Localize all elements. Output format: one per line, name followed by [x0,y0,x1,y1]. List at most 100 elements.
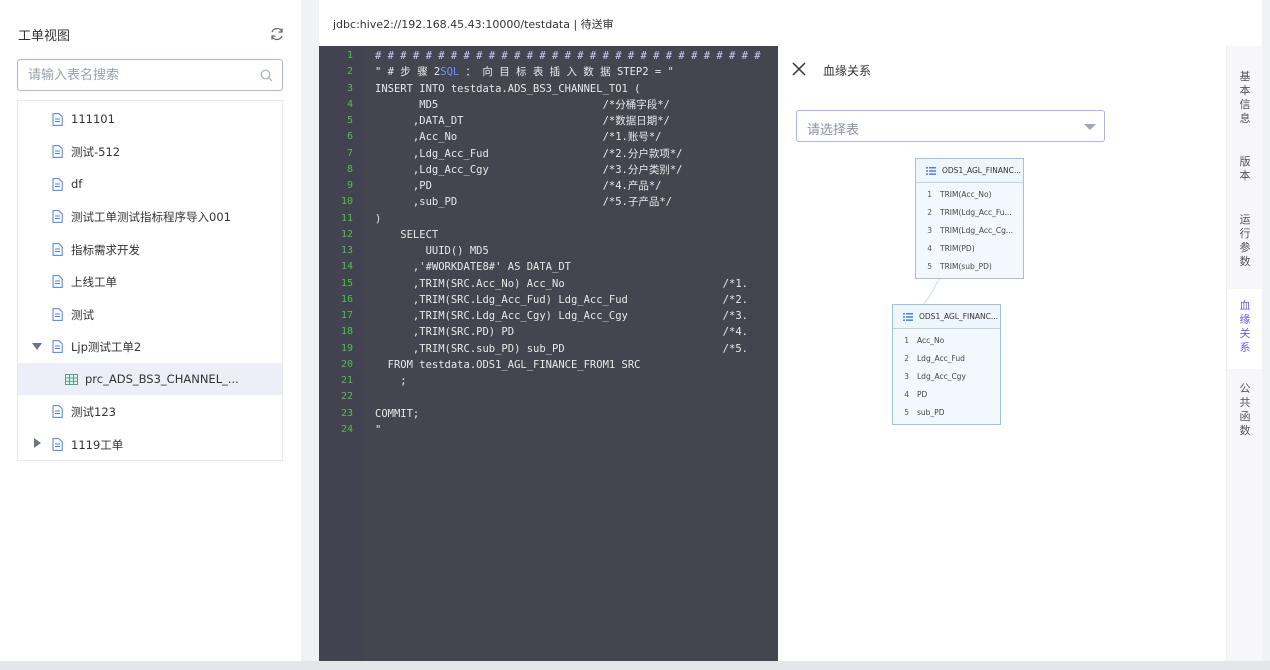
code-text: SELECT [375,228,439,241]
document-icon [52,275,63,288]
line-number: 4 [346,98,353,110]
sidebar-title: 工单视图 [18,29,71,44]
code-line: 8 ,Ldg_Acc_Cgy /*3.分户类别*/ [319,162,778,178]
lineage-node-header: ODS1_AGL_FINANC... [916,159,1023,183]
lineage-field-row: 3 Ldg_Acc_Cgy [893,368,1002,386]
lineage-field-index: 5 [904,408,909,417]
document-icon [52,178,63,191]
tree-item[interactable]: 测试工单测试指标程序导入001 [18,200,282,232]
code-line: 4 MD5 /*分桶字段*/ [319,97,778,113]
lineage-node[interactable]: ODS1_AGL_FINANC... 1 Acc_No 2 Ldg_Acc_Fud 3 Ld… [892,304,1001,425]
lineage-field-row: 2 Ldg_Acc_Fud [893,350,1002,368]
tree-item[interactable]: 测试-512 [18,135,282,167]
right-tab-label: 基本信息 [1239,70,1251,125]
code-text: ) [375,212,382,225]
lineage-field-label: TRIM(Acc_No) [940,190,992,199]
tree-item[interactable]: Ljp测试工单2 [18,330,282,362]
line-number: 19 [340,342,353,354]
right-tab-label: 版本 [1239,155,1251,182]
tree-item-label: 测试 [71,308,94,322]
code-line: 19 ,TRIM(SRC.sub_PD) sub_PD /*5. [319,341,778,357]
tree-item[interactable]: 111101 [18,103,282,135]
code-line: 11) [319,211,778,227]
code-text: ,TRIM(SRC.sub_PD) sub_PD /*5. [375,342,748,355]
lineage-field-label: TRIM(sub_PD) [940,262,992,271]
table-select-placeholder: 请选择表 [807,123,860,138]
document-icon [52,308,63,321]
sql-editor[interactable]: 1 # # # # # # # # # # # # # # # # # # # #… [319,46,778,661]
code-line: 23 COMMIT; [319,406,778,422]
right-tab-label: 公共函数 [1239,382,1251,437]
right-tab-label: 血缘关系 [1239,299,1251,354]
code-text: ,TRIM(SRC.Ldg_Acc_Cgy) Ldg_Acc_Cgy /*3. [375,310,748,322]
lineage-field-index: 3 [927,226,932,235]
tree-item[interactable]: 测试 [18,298,282,330]
tree-item-label: 111101 [71,112,115,126]
lineage-node[interactable]: ODS1_AGL_FINANC... 1 TRIM(Acc_No) 2 TRIM(Ldg… [915,158,1024,279]
right-tab[interactable]: 运行参数 [1227,207,1263,277]
caret-right-icon[interactable] [34,438,41,448]
line-number: 21 [340,375,353,386]
line-number: 6 [346,131,353,143]
lineage-field-row: 4 PD [893,386,1002,404]
code-line: 17 ,TRIM(SRC.Ldg_Acc_Cgy) Ldg_Acc_Cgy /*… [319,308,778,324]
connection-string: jdbc:hive2://192.168.45.43:10000/testdat… [333,18,614,31]
line-number: 5 [346,115,353,126]
tree-item[interactable]: 测试123 [18,395,282,427]
refresh-icon[interactable] [269,26,285,42]
lineage-field-label: sub_PD [917,408,945,417]
code-text: ,Acc_No /*1.账号*/ [375,131,662,144]
window-right-edge [1262,0,1270,661]
table-list-icon [903,312,913,321]
tree-item[interactable]: 1119工单 [18,428,282,460]
connection-bar: jdbc:hive2://192.168.45.43:10000/testdat… [319,0,1270,46]
code-line: 22 [319,389,778,405]
code-line: 6 ,Acc_No /*1.账号*/ [319,129,778,145]
lineage-node-title: ODS1_AGL_FINANC... [942,166,1021,175]
lineage-field-index: 3 [904,372,909,381]
app-root: 工单视图 111101 测试-512 df测试工单测试指标程序导入001指标需求开发… [0,0,1270,670]
table-select[interactable]: 请选择表 [796,110,1105,142]
close-icon[interactable] [792,62,806,76]
line-number: 2 [346,66,353,78]
search-box [17,59,283,91]
document-icon [52,243,63,256]
table-icon [65,374,78,385]
right-tab[interactable]: 血缘关系 [1227,289,1263,369]
code-text: FROM testdata.ODS1_AGL_FINANCE_FROM1 SRC [375,358,641,371]
tree-item-label: 1119工单 [71,438,124,452]
right-tab[interactable]: 公共函数 [1227,376,1263,446]
tree-item[interactable]: df [18,168,282,200]
code-line: 18 ,TRIM(SRC.PD) PD /*4. [319,324,778,340]
line-number: 22 [340,391,353,403]
tree-item-label: 测试123 [71,405,116,419]
tree-item[interactable]: 指标需求开发 [18,233,282,265]
document-icon [52,145,63,158]
lineage-field-label: TRIM(Ldg_Acc_Fu... [940,208,1012,217]
right-tab[interactable]: 版本 [1227,149,1263,189]
lineage-node-header: ODS1_AGL_FINANC... [893,305,1000,329]
search-input[interactable] [18,60,248,90]
tree-item-label: 测试-512 [71,145,121,159]
search-icon[interactable] [260,69,273,82]
tree-item-label: prc_ADS_BS3_CHANNEL_... [85,372,239,386]
code-text: ,Ldg_Acc_Cgy /*3.分户类别*/ [375,163,683,176]
lineage-field-row: 5 TRIM(sub_PD) [916,258,1025,276]
lineage-field-label: PD [917,390,928,399]
document-icon [52,113,63,126]
lineage-field-label: Ldg_Acc_Fud [917,354,965,363]
code-line: 5 ,DATA_DT /*数据日期*/ [319,113,778,129]
code-line: 21 ; [319,373,778,389]
line-number: 11 [340,212,353,224]
code-line: 3 INSERT INTO testdata.ADS_BS3_CHANNEL_TO… [319,81,778,97]
lineage-field-index: 5 [927,262,932,271]
caret-down-icon[interactable] [32,343,42,350]
lineage-node-title: ODS1_AGL_FINANC... [919,312,998,321]
code-text: ,'#WORKDATE8#' AS DATA_DT [375,261,571,274]
tree-item[interactable]: 上线工单 [18,265,282,297]
lineage-field-index: 1 [904,336,909,345]
code-text: UUID() MD5 [375,245,489,257]
right-tab[interactable]: 基本信息 [1227,64,1263,134]
code-line: 7 ,Ldg_Acc_Fud /*2.分户款项*/ [319,146,778,162]
tree-item-table[interactable]: prc_ADS_BS3_CHANNEL_... [18,363,282,395]
